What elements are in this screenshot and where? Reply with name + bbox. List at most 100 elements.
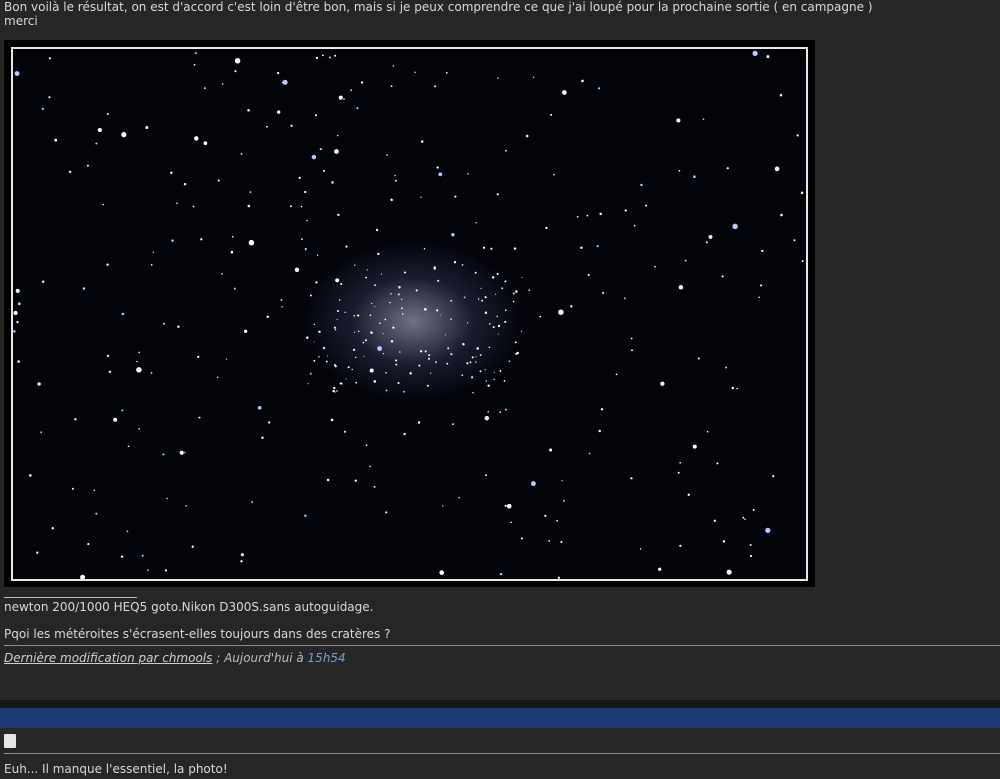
star [436, 309, 439, 312]
star [326, 478, 330, 482]
star [54, 138, 58, 142]
star [752, 50, 758, 57]
star [548, 540, 551, 542]
star [374, 284, 377, 287]
star [731, 386, 735, 390]
post-line-1: Bon voilà le résultat, on est d'accord c… [4, 0, 873, 14]
star [390, 340, 394, 343]
edit-author-link[interactable]: Dernière modification par chmools [4, 651, 212, 665]
star [251, 501, 254, 503]
star [357, 314, 360, 317]
star [225, 358, 228, 360]
star [516, 351, 519, 355]
star [147, 569, 149, 571]
star [713, 519, 716, 522]
star [484, 416, 489, 421]
star [93, 489, 96, 492]
star [742, 516, 745, 519]
star [485, 474, 487, 477]
star [373, 485, 376, 488]
star [95, 512, 98, 515]
star [345, 378, 347, 380]
star [343, 430, 347, 433]
star [482, 246, 486, 249]
star [277, 110, 281, 114]
star [488, 322, 491, 325]
star [198, 416, 201, 419]
divider [4, 753, 1000, 754]
star [150, 264, 153, 266]
star [560, 541, 563, 543]
star [512, 292, 515, 295]
star [481, 299, 484, 302]
star [171, 239, 174, 242]
star [461, 263, 464, 266]
star [106, 354, 110, 358]
star [451, 233, 455, 237]
star [127, 445, 130, 448]
star [336, 390, 338, 392]
star [467, 322, 469, 324]
star [97, 127, 102, 133]
star [14, 71, 20, 76]
star [268, 421, 271, 424]
star [121, 409, 124, 412]
star [766, 55, 770, 59]
star [493, 378, 495, 381]
star [495, 293, 497, 295]
star [233, 287, 236, 290]
star [41, 107, 44, 111]
star [752, 509, 755, 511]
star [435, 361, 437, 363]
star [697, 357, 700, 360]
star [598, 429, 601, 433]
star [580, 246, 583, 250]
star [389, 301, 391, 304]
star [307, 383, 309, 385]
star [221, 83, 224, 85]
star [382, 352, 385, 355]
star [398, 285, 401, 289]
star [496, 193, 499, 196]
star [365, 444, 368, 447]
star [17, 302, 21, 306]
reply-text: Euh... Il manque l'essentiel, la photo! [4, 762, 228, 776]
star [304, 514, 307, 517]
star [240, 153, 243, 155]
star [313, 341, 315, 343]
galaxy-photo[interactable] [4, 40, 815, 587]
star [177, 325, 180, 328]
star [462, 342, 465, 346]
star [563, 500, 565, 502]
star [444, 334, 446, 336]
star [314, 114, 317, 117]
star [390, 85, 393, 88]
star [200, 238, 203, 241]
star [487, 384, 490, 387]
star [484, 296, 487, 299]
star [162, 453, 165, 456]
star [521, 276, 523, 278]
star [445, 72, 448, 74]
star [479, 370, 482, 373]
star [424, 350, 427, 353]
star [458, 496, 460, 499]
star [323, 169, 326, 172]
star [203, 141, 208, 146]
star [437, 279, 440, 282]
star [556, 519, 559, 522]
star [454, 195, 457, 198]
star [395, 359, 398, 362]
star [417, 421, 421, 424]
star [744, 518, 746, 521]
star [338, 299, 341, 301]
star [179, 450, 184, 455]
star [42, 280, 45, 283]
star [545, 226, 548, 230]
star [276, 71, 280, 75]
star [281, 305, 283, 308]
star [615, 373, 618, 376]
star [106, 112, 109, 116]
star [240, 560, 243, 563]
star [298, 176, 301, 180]
